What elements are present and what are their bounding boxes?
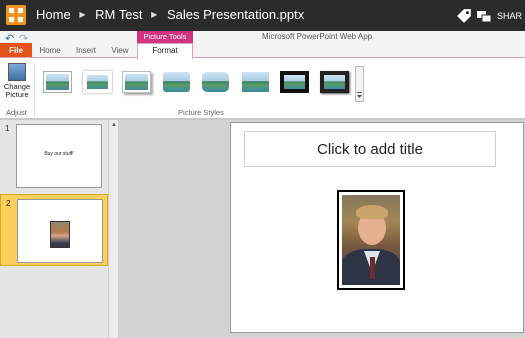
- picture-tools-context-label: Picture Tools: [137, 31, 193, 43]
- people-icon[interactable]: [476, 8, 492, 24]
- scroll-up-icon[interactable]: ▲: [110, 121, 118, 129]
- picture-style-black-shadow[interactable]: [320, 71, 349, 93]
- ribbon: Change Picture Adjust Picture Styles: [0, 57, 525, 119]
- picture-icon: [8, 63, 26, 81]
- slide-editor[interactable]: Click to add title: [230, 122, 524, 333]
- slide-number: 2: [6, 199, 11, 208]
- breadcrumb-home[interactable]: Home: [36, 7, 71, 22]
- ribbon-tab-strip: ↶ ↷ File Home Insert View Picture Tools …: [0, 31, 525, 59]
- slides-scrollbar[interactable]: ▲: [108, 120, 119, 338]
- title-bar: Home ▶ RM Test ▶ Sales Presentation.pptx…: [0, 0, 525, 31]
- slide-thumbnail-text: Buy our stuff!: [44, 151, 74, 157]
- group-divider: [34, 62, 35, 116]
- slide-thumbnail[interactable]: Buy our stuff!: [16, 124, 102, 188]
- slide-canvas-area: Click to add title: [119, 120, 525, 338]
- slides-panel: 1 Buy our stuff! 2: [0, 120, 108, 338]
- change-picture-label: Change Picture: [3, 82, 31, 99]
- breadcrumb-separator-icon: ▶: [151, 10, 158, 20]
- tab-file[interactable]: File: [0, 43, 32, 58]
- slide-thumbnail[interactable]: [17, 199, 103, 263]
- gallery-more-icon: [357, 92, 362, 98]
- breadcrumb: Home ▶ RM Test ▶ Sales Presentation.pptx: [36, 6, 304, 22]
- adjust-group-label: Adjust: [6, 108, 27, 117]
- tab-format[interactable]: Format: [137, 43, 193, 59]
- change-picture-button[interactable]: Change Picture: [2, 62, 32, 99]
- picture-styles-group-label: Picture Styles: [178, 108, 224, 117]
- picture-style-drop-shadow[interactable]: [122, 71, 151, 93]
- picture-style-reflected[interactable]: [241, 71, 270, 93]
- thumbnail-photo: [50, 221, 70, 248]
- styles-gallery-scroll[interactable]: [355, 66, 364, 102]
- picture-style-simple-frame[interactable]: [43, 71, 72, 93]
- title-placeholder[interactable]: Click to add title: [244, 131, 496, 167]
- tab-home[interactable]: Home: [36, 44, 64, 58]
- slide-thumbnail-row-selected[interactable]: 2: [0, 194, 108, 266]
- office-logo-icon[interactable]: [6, 5, 26, 25]
- slide-picture[interactable]: [337, 190, 405, 290]
- breadcrumb-file: Sales Presentation.pptx: [166, 7, 305, 23]
- picture-style-thick-black[interactable]: [280, 71, 309, 93]
- app-name: Microsoft PowerPoint Web App: [262, 32, 373, 41]
- slide-number: 1: [5, 124, 10, 133]
- breadcrumb-separator-icon: ▶: [79, 10, 86, 20]
- slide-thumbnail-row[interactable]: 1 Buy our stuff!: [0, 120, 108, 192]
- tab-view[interactable]: View: [107, 44, 133, 58]
- share-label[interactable]: SHAR: [497, 11, 522, 21]
- picture-style-white-frame[interactable]: [83, 71, 112, 93]
- tag-icon[interactable]: [456, 8, 472, 24]
- picture-style-rounded[interactable]: [201, 71, 230, 93]
- person-photo: [342, 195, 400, 285]
- picture-style-soft-edge[interactable]: [162, 71, 191, 93]
- tab-insert[interactable]: Insert: [72, 44, 100, 58]
- breadcrumb-folder[interactable]: RM Test: [95, 7, 142, 22]
